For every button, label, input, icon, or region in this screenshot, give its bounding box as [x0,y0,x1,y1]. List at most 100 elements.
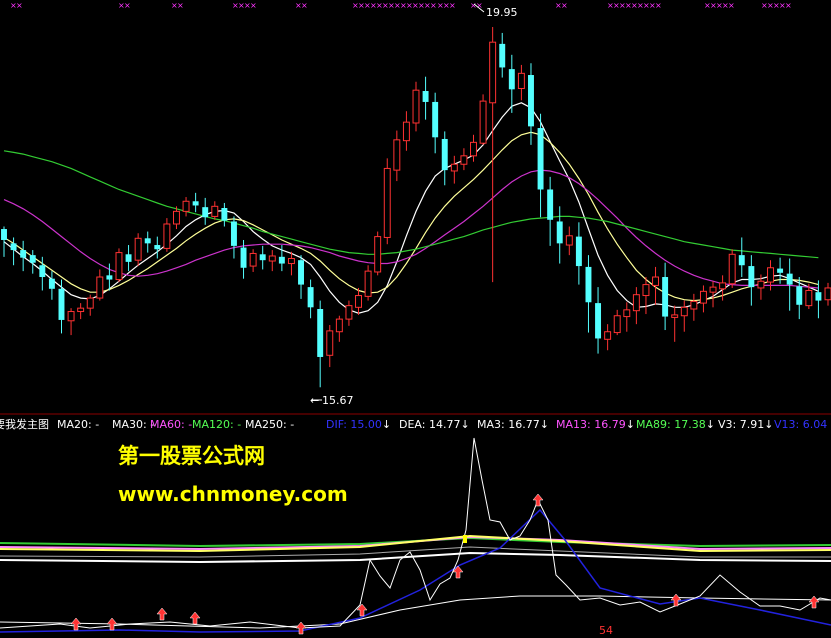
candle-body [786,273,793,285]
candle-body [96,276,104,299]
candle-body [202,207,209,218]
candle-body [383,167,391,238]
signal-mark: × [16,1,23,10]
high-price-label: 19.95 [486,6,518,19]
legend-ma120: MA120: - [192,418,242,431]
candle [115,248,123,283]
signal-mark: × [250,1,257,10]
low-price-arrow: ← [310,394,319,407]
candle-body [728,253,736,285]
candle-body [192,201,199,206]
candle-body [402,121,410,142]
candle-body [86,297,94,309]
candle-body [249,252,257,267]
candle-body [154,245,161,250]
legend-v3: V3: 7.91↓ [718,418,774,431]
upper-legend-title: 要我发主图 [0,418,49,431]
candle-body [345,305,353,320]
candle-body [393,139,401,171]
candle-body [211,205,219,217]
candle-body [374,236,382,273]
watermark-logo: 第一股票公式网 [118,444,265,468]
candle-body [642,284,650,297]
candle-body [460,155,468,165]
candle-body [58,288,65,320]
signal-mark: × [177,1,184,10]
candle-body [144,238,151,244]
candle-body [317,309,324,357]
candle-body [10,243,17,251]
candle-body [748,266,755,288]
candle-body [268,255,276,262]
candle-body [537,128,544,190]
candle-body [528,75,534,127]
candle-body [287,258,295,265]
candle-body [632,294,640,312]
indicator-value-label: 54 [599,624,613,637]
legend-dif: DIF: 15.00↓ [326,418,392,431]
signal-mark: × [655,1,662,10]
candle-body [432,101,439,138]
candle-body [355,295,362,308]
candle-body [479,100,487,144]
candle-body [575,236,582,267]
candle-body [125,254,132,262]
signal-mark: × [124,1,131,10]
legend-ma3: MA3: 16.77↓ [477,418,549,431]
legend-ma13: MA13: 16.79↓ [556,418,635,431]
candle-body [613,315,621,334]
candle-body [565,235,573,246]
candle-body [441,138,448,171]
candle-body [517,72,525,89]
candle-body [259,254,266,261]
candle-body [671,314,679,318]
candle-body [489,41,497,104]
legend-dea: DEA: 14.77↓ [399,418,470,431]
candle-body [221,208,228,221]
low-price-label: 15.67 [322,394,354,407]
candle [383,158,391,245]
candle-body [690,300,698,310]
candle-body [777,268,784,273]
candle-body [508,69,515,90]
candle-body [298,260,304,285]
candle-body [824,287,831,301]
candle-body [796,286,803,305]
signal-mark: × [430,1,437,10]
candle-body [662,277,669,317]
candle-body [106,275,113,280]
candle-body [719,282,727,290]
candle-body [1,229,7,240]
candle-body [77,307,85,313]
candle-body [67,311,75,322]
legend-ma60: MA60: - [150,418,193,431]
candle-body [652,276,660,286]
signal-mark: × [301,1,308,10]
candle-body [585,266,592,303]
candle-body [470,141,477,157]
signal-mark: × [561,1,568,10]
stock-chart: × × × × × × × × × × × × × × × × × × × × × × × × × × × × × × × × × × × × × × × ×… [0,0,831,638]
candle [728,249,736,288]
candle-body [115,252,123,281]
candle-body [134,237,142,261]
candle-body [422,91,429,102]
candle-body [757,280,765,289]
candle-body [48,278,55,289]
candle [374,231,382,276]
candle-body [412,89,420,124]
candle-body [335,318,343,333]
legend-ma89: MA89: 17.38↓ [636,418,715,431]
candle-body [680,306,688,317]
candle-body [604,331,612,340]
signal-mark: × [449,1,456,10]
candle-body [163,223,171,249]
candle-body [815,292,822,301]
candle-body [595,303,602,339]
candle-body [767,267,774,283]
candle-body [29,255,36,263]
indicator-marker [463,535,467,543]
candle-body [172,210,180,225]
candle-body [230,221,237,246]
candle-body [699,290,707,304]
